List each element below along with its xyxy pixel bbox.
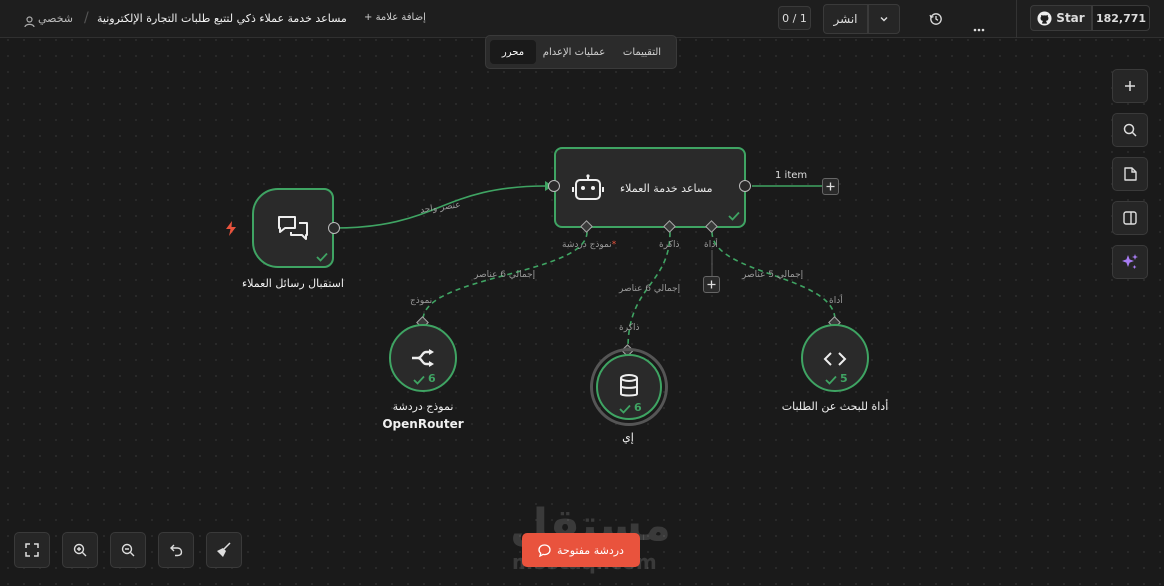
memory-port-label: ذاكرة: [619, 323, 640, 333]
sticky-note-icon: [1123, 167, 1137, 181]
database-icon: [620, 374, 638, 397]
connection-label-tool: إجمالي 5 عناصر: [742, 270, 804, 280]
success-check-icon: [825, 375, 837, 385]
fit-view-button[interactable]: [14, 532, 50, 568]
tool-port-label: أداة: [829, 296, 843, 306]
connection-label-chat-model: إجمالي 6 عناصر: [474, 270, 536, 280]
view-tabs: التقييمات عمليات الإعدام محرر: [485, 35, 677, 69]
search-icon: [1123, 123, 1137, 137]
add-tool-button[interactable]: [703, 276, 720, 293]
zoom-in-button[interactable]: [62, 532, 98, 568]
port-label-chat-model-text: نموذج دردشة: [562, 240, 612, 250]
memory-node[interactable]: 6: [596, 354, 662, 420]
chat-model-label: نموذج دردشة: [392, 400, 454, 413]
tool-run-count: 5: [840, 372, 848, 385]
robot-icon: [572, 174, 604, 200]
plus-icon: [826, 182, 835, 191]
user-icon: [24, 13, 35, 32]
top-header: شخصي / مساعد خدمة عملاء ذكي لتتبع طلبات …: [0, 0, 1164, 38]
publish-button[interactable]: انشر: [823, 4, 868, 34]
broom-icon: [217, 542, 231, 557]
zoom-out-icon: [121, 543, 135, 557]
required-marker: *: [611, 240, 617, 250]
tool-node[interactable]: 5: [801, 324, 869, 392]
search-nodes-button[interactable]: [1112, 113, 1148, 147]
more-options-icon[interactable]: [973, 17, 985, 36]
chevron-down-icon: [880, 17, 888, 22]
history-icon[interactable]: [929, 11, 943, 30]
tab-evaluations[interactable]: التقييمات: [610, 40, 674, 64]
tool-label: أداة للبحث عن الطلبات: [781, 400, 889, 413]
memory-label: إي: [622, 431, 634, 444]
connections-layer: [333, 181, 836, 349]
github-star-count[interactable]: 182,771: [1092, 5, 1150, 31]
chat-model-port-label: نموذج: [410, 296, 433, 306]
plus-icon: [707, 280, 716, 289]
undo-icon: [170, 544, 183, 557]
chat-bubbles-icon: [278, 216, 308, 240]
ai-agent-label: مساعد خدمة العملاء: [620, 182, 713, 195]
toggle-panel-button[interactable]: [1112, 201, 1148, 235]
project-label[interactable]: شخصي: [38, 12, 73, 25]
chat-model-run-count: 6: [428, 372, 436, 385]
chat-bubble-icon: [538, 543, 551, 557]
success-check-icon: [619, 404, 631, 414]
add-tag-button[interactable]: + إضافة علامة: [364, 12, 426, 23]
github-star-label: Star: [1056, 11, 1085, 25]
fit-view-icon: [25, 543, 39, 557]
add-node-button[interactable]: [822, 178, 839, 195]
add-node-side-button[interactable]: [1112, 69, 1148, 103]
ai-agent-node[interactable]: مساعد خدمة العملاء: [554, 147, 746, 228]
undo-button[interactable]: [158, 532, 194, 568]
success-check-icon: [413, 375, 425, 385]
connection-label-memory: إجمالي 6 عناصر: [619, 284, 681, 294]
workflow-editor: شخصي / مساعد خدمة عملاء ذكي لتتبع طلبات …: [0, 0, 1164, 586]
zoom-out-button[interactable]: [110, 532, 146, 568]
code-icon: [823, 352, 847, 366]
port-label-chat-model: نموذج دردشة*: [562, 240, 616, 250]
agent-input-port[interactable]: [548, 180, 560, 192]
panel-icon: [1123, 211, 1137, 225]
chat-model-provider-label: OpenRouter: [382, 417, 464, 431]
tab-editor[interactable]: محرر: [490, 40, 536, 64]
sparkles-icon: [1122, 254, 1138, 269]
clear-execution-button[interactable]: [206, 532, 242, 568]
memory-run-count: 6: [634, 401, 642, 414]
header-divider: [1016, 0, 1017, 38]
open-chat-label: دردشة مفتوحة: [557, 543, 624, 557]
trigger-node[interactable]: [252, 188, 334, 268]
port-label-memory: ذاكرة: [659, 240, 680, 250]
version-counter[interactable]: 0 / 1: [778, 6, 811, 30]
port-label-tool: أداة: [704, 240, 718, 250]
open-chat-button[interactable]: دردشة مفتوحة: [522, 533, 640, 567]
tab-executions[interactable]: عمليات الإعدام: [538, 40, 610, 64]
agent-output-port[interactable]: [739, 180, 751, 192]
ai-assistant-button[interactable]: [1112, 245, 1148, 279]
openrouter-icon: [412, 349, 434, 367]
agent-output-count: 1 item: [775, 170, 808, 181]
trigger-bolt-icon: [224, 221, 238, 240]
plus-icon: [1125, 81, 1135, 91]
workflow-title[interactable]: مساعد خدمة عملاء ذكي لتتبع طلبات التجارة…: [97, 12, 347, 25]
success-check-icon: [728, 211, 740, 221]
trigger-output-port[interactable]: [328, 222, 340, 234]
github-star-button[interactable]: Star: [1030, 5, 1092, 31]
trigger-node-label: استقبال رسائل العملاء: [242, 277, 344, 290]
breadcrumb-separator: /: [84, 10, 89, 26]
github-icon: [1037, 10, 1052, 26]
zoom-in-icon: [73, 543, 87, 557]
publish-dropdown-button[interactable]: [868, 4, 900, 34]
success-check-icon: [316, 252, 328, 262]
sticky-note-button[interactable]: [1112, 157, 1148, 191]
chat-model-node[interactable]: 6: [389, 324, 457, 392]
